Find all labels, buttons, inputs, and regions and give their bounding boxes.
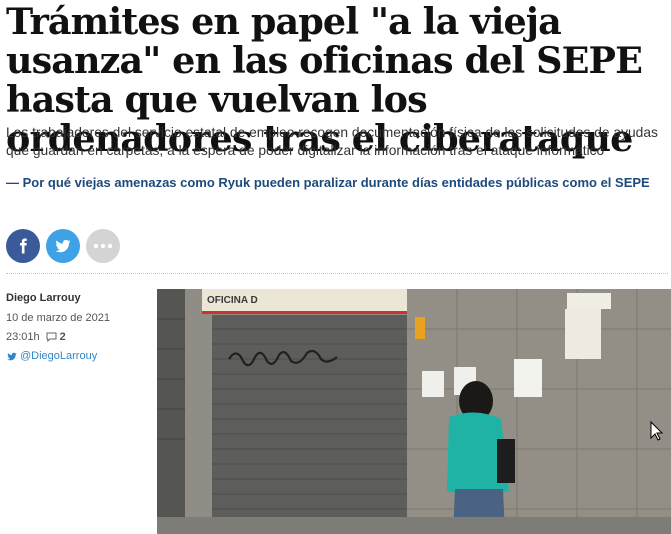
article-photo[interactable]: OFICINA D bbox=[157, 289, 671, 534]
facebook-share-button[interactable] bbox=[6, 229, 40, 263]
share-buttons bbox=[6, 229, 120, 263]
comments-count: 2 bbox=[59, 331, 66, 343]
twitter-handle: @DiegoLarrouy bbox=[20, 350, 98, 362]
section-divider bbox=[6, 273, 668, 274]
photo-illustration: OFICINA D bbox=[157, 289, 671, 534]
more-dots-icon bbox=[93, 243, 113, 249]
office-sign-text: OFICINA D bbox=[207, 295, 258, 306]
author-name[interactable]: Diego Larrouy bbox=[6, 292, 110, 304]
twitter-share-button[interactable] bbox=[46, 229, 80, 263]
related-article-link[interactable]: — Por qué viejas amenazas como Ryuk pued… bbox=[6, 175, 650, 190]
comments-link[interactable]: 2 bbox=[46, 331, 66, 343]
facebook-icon bbox=[20, 238, 27, 254]
twitter-handle-link[interactable]: @DiegoLarrouy bbox=[6, 350, 110, 362]
twitter-icon bbox=[7, 352, 17, 360]
publish-date: 10 de marzo de 2021 bbox=[6, 312, 110, 324]
more-share-button[interactable] bbox=[86, 229, 120, 263]
comment-icon bbox=[46, 332, 57, 342]
article-subtitle: Los trabajadores del servicio estatal de… bbox=[6, 125, 658, 158]
publish-time: 23:01h bbox=[6, 331, 40, 343]
time-and-comments: 23:01h 2 bbox=[6, 331, 110, 343]
twitter-icon bbox=[55, 239, 71, 253]
byline: Diego Larrouy 10 de marzo de 2021 23:01h… bbox=[6, 292, 110, 362]
